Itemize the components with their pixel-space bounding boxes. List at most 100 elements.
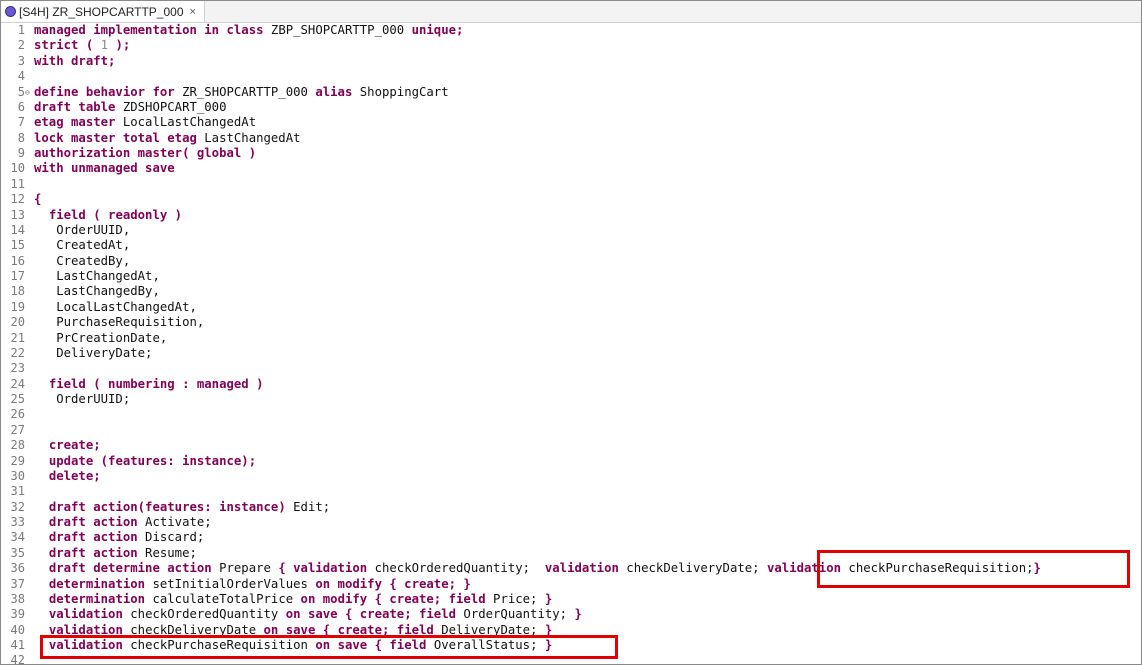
code-line-3[interactable]: 3 with draft; (1, 54, 1141, 69)
code-text: DeliveryDate; (34, 346, 152, 361)
line-number: 28 (10, 438, 25, 453)
keyword-token: lock master total etag (34, 130, 197, 145)
keyword-token: draft action (48, 530, 138, 545)
code-editor[interactable]: 1 managed implementation in class ZBP_SHO… (1, 23, 1141, 664)
code-line-26[interactable]: 26 (1, 407, 1141, 422)
code-line-37[interactable]: 37 determination setInitialOrderValues o… (1, 577, 1141, 592)
code-line-12[interactable]: 12 { (1, 192, 1141, 207)
code-text: with unmanaged save (34, 161, 175, 176)
keyword-token: on save { field (315, 638, 427, 652)
identifier-token: checkPurchaseRequisition; (841, 561, 1034, 576)
identifier-token: OverallStatus; (426, 638, 545, 652)
code-line-34[interactable]: 34 draft action Discard; (1, 530, 1141, 545)
code-text: validation checkPurchaseRequisition on s… (34, 638, 552, 653)
keyword-token: determination (48, 591, 146, 606)
code-line-28[interactable]: 28 create; (1, 438, 1141, 453)
code-text: define behavior for ZR_SHOPCARTTP_000 al… (34, 85, 449, 100)
code-line-22[interactable]: 22 DeliveryDate; (1, 346, 1141, 361)
line-number: 19 (10, 299, 25, 314)
code-line-6[interactable]: 6 draft table ZDSHOPCART_000 (1, 100, 1141, 115)
code-line-18[interactable]: 18 LastChangedBy, (1, 284, 1141, 299)
behavior-definition-icon (5, 6, 16, 17)
line-number: 15 (10, 238, 25, 253)
line-number: 39 (10, 607, 25, 622)
code-line-19[interactable]: 19 LocalLastChangedAt, (1, 300, 1141, 315)
line-number: 5 (17, 84, 25, 99)
code-text: managed implementation in class ZBP_SHOP… (34, 23, 463, 38)
code-line-5[interactable]: 5 ⊖ define behavior for ZR_SHOPCARTTP_000 … (1, 85, 1141, 100)
code-line-17[interactable]: 17 LastChangedAt, (1, 269, 1141, 284)
code-line-35[interactable]: 35 draft action Resume; (1, 546, 1141, 561)
line-number: 32 (10, 499, 25, 514)
line-number: 3 (17, 53, 25, 68)
code-text: determination calculateTotalPrice on mod… (34, 592, 552, 607)
code-line-30[interactable]: 30 delete; (1, 469, 1141, 484)
code-line-20[interactable]: 20 PurchaseRequisition, (1, 315, 1141, 330)
keyword-token: validation (766, 561, 842, 576)
keyword-token: with draft; (34, 53, 116, 68)
line-number: 10 (10, 161, 25, 176)
identifier-token: ZDSHOPCART_000 (115, 99, 227, 114)
keyword-token: update (features: instance); (48, 453, 257, 468)
code-line-41[interactable]: 41 validation checkPurchaseRequisition o… (1, 638, 1141, 653)
identifier-token (34, 515, 49, 529)
identifier-token (34, 454, 49, 468)
identifier-token (34, 530, 49, 544)
tab-title: [S4H] ZR_SHOPCARTTP_000 (19, 4, 184, 19)
keyword-token: } (574, 607, 582, 622)
code-line-15[interactable]: 15 CreatedAt, (1, 238, 1141, 253)
identifier-token: checkDeliveryDate; (618, 561, 767, 576)
keyword-token: } (544, 638, 553, 652)
line-number: 27 (10, 422, 25, 437)
code-line-1[interactable]: 1 managed implementation in class ZBP_SHO… (1, 23, 1141, 38)
code-line-2[interactable]: 2 strict ( 1 ); (1, 38, 1141, 53)
code-line-14[interactable]: 14 OrderUUID, (1, 223, 1141, 238)
code-line-4[interactable]: 4 (1, 69, 1141, 84)
number-token: 1 (100, 38, 109, 53)
code-line-33[interactable]: 33 draft action Activate; (1, 515, 1141, 530)
code-line-21[interactable]: 21 PrCreationDate, (1, 331, 1141, 346)
code-line-32[interactable]: 32 draft action(features: instance) Edit… (1, 500, 1141, 515)
code-text: update (features: instance); (34, 454, 256, 469)
code-line-39[interactable]: 39 validation checkOrderedQuantity on sa… (1, 607, 1141, 622)
code-line-25[interactable]: 25 OrderUUID; (1, 392, 1141, 407)
code-text: with draft; (34, 54, 115, 69)
fold-toggle-icon[interactable]: ⊖ (25, 85, 33, 100)
line-number: 21 (10, 330, 25, 345)
code-line-13[interactable]: 13 field ( readonly ) (1, 208, 1141, 223)
code-text: draft determine action Prepare { validat… (34, 561, 1041, 576)
code-line-38[interactable]: 38 determination calculateTotalPrice on … (1, 592, 1141, 607)
keyword-token: } (544, 591, 553, 606)
close-icon[interactable]: × (190, 6, 196, 18)
code-text: create; (34, 438, 101, 453)
line-number: 42 (10, 653, 25, 665)
code-line-42[interactable]: 42 (1, 653, 1141, 665)
editor-tab[interactable]: [S4H] ZR_SHOPCARTTP_000 × (1, 1, 205, 22)
identifier-token: DeliveryDate; (34, 345, 153, 360)
code-text: PurchaseRequisition, (34, 315, 204, 330)
identifier-token (34, 377, 49, 391)
code-text: field ( numbering : managed ) (34, 377, 264, 392)
identifier-token (34, 208, 49, 222)
code-text: LocalLastChangedAt, (34, 300, 197, 315)
code-line-7[interactable]: 7 etag master LocalLastChangedAt (1, 115, 1141, 130)
line-number: 8 (17, 130, 25, 145)
line-number: 4 (17, 69, 25, 84)
code-line-31[interactable]: 31 (1, 484, 1141, 499)
code-line-29[interactable]: 29 update (features: instance); (1, 454, 1141, 469)
keyword-token: draft determine action (48, 561, 212, 576)
code-line-24[interactable]: 24 field ( numbering : managed ) (1, 377, 1141, 392)
code-line-16[interactable]: 16 CreatedBy, (1, 254, 1141, 269)
code-line-10[interactable]: 10 with unmanaged save (1, 161, 1141, 176)
code-line-27[interactable]: 27 (1, 423, 1141, 438)
line-number: 20 (10, 315, 25, 330)
code-line-8[interactable]: 8 lock master total etag LastChangedAt (1, 131, 1141, 146)
line-number: 17 (10, 269, 25, 283)
code-line-36[interactable]: 36 draft determine action Prepare { vali… (1, 561, 1141, 576)
code-line-40[interactable]: 40 validation checkDeliveryDate on save … (1, 623, 1141, 638)
identifier-token: DeliveryDate; (433, 622, 545, 637)
code-line-23[interactable]: 23 (1, 361, 1141, 376)
code-line-9[interactable]: 9 authorization master( global ) (1, 146, 1141, 161)
line-number: 11 (10, 176, 25, 191)
code-line-11[interactable]: 11 (1, 177, 1141, 192)
